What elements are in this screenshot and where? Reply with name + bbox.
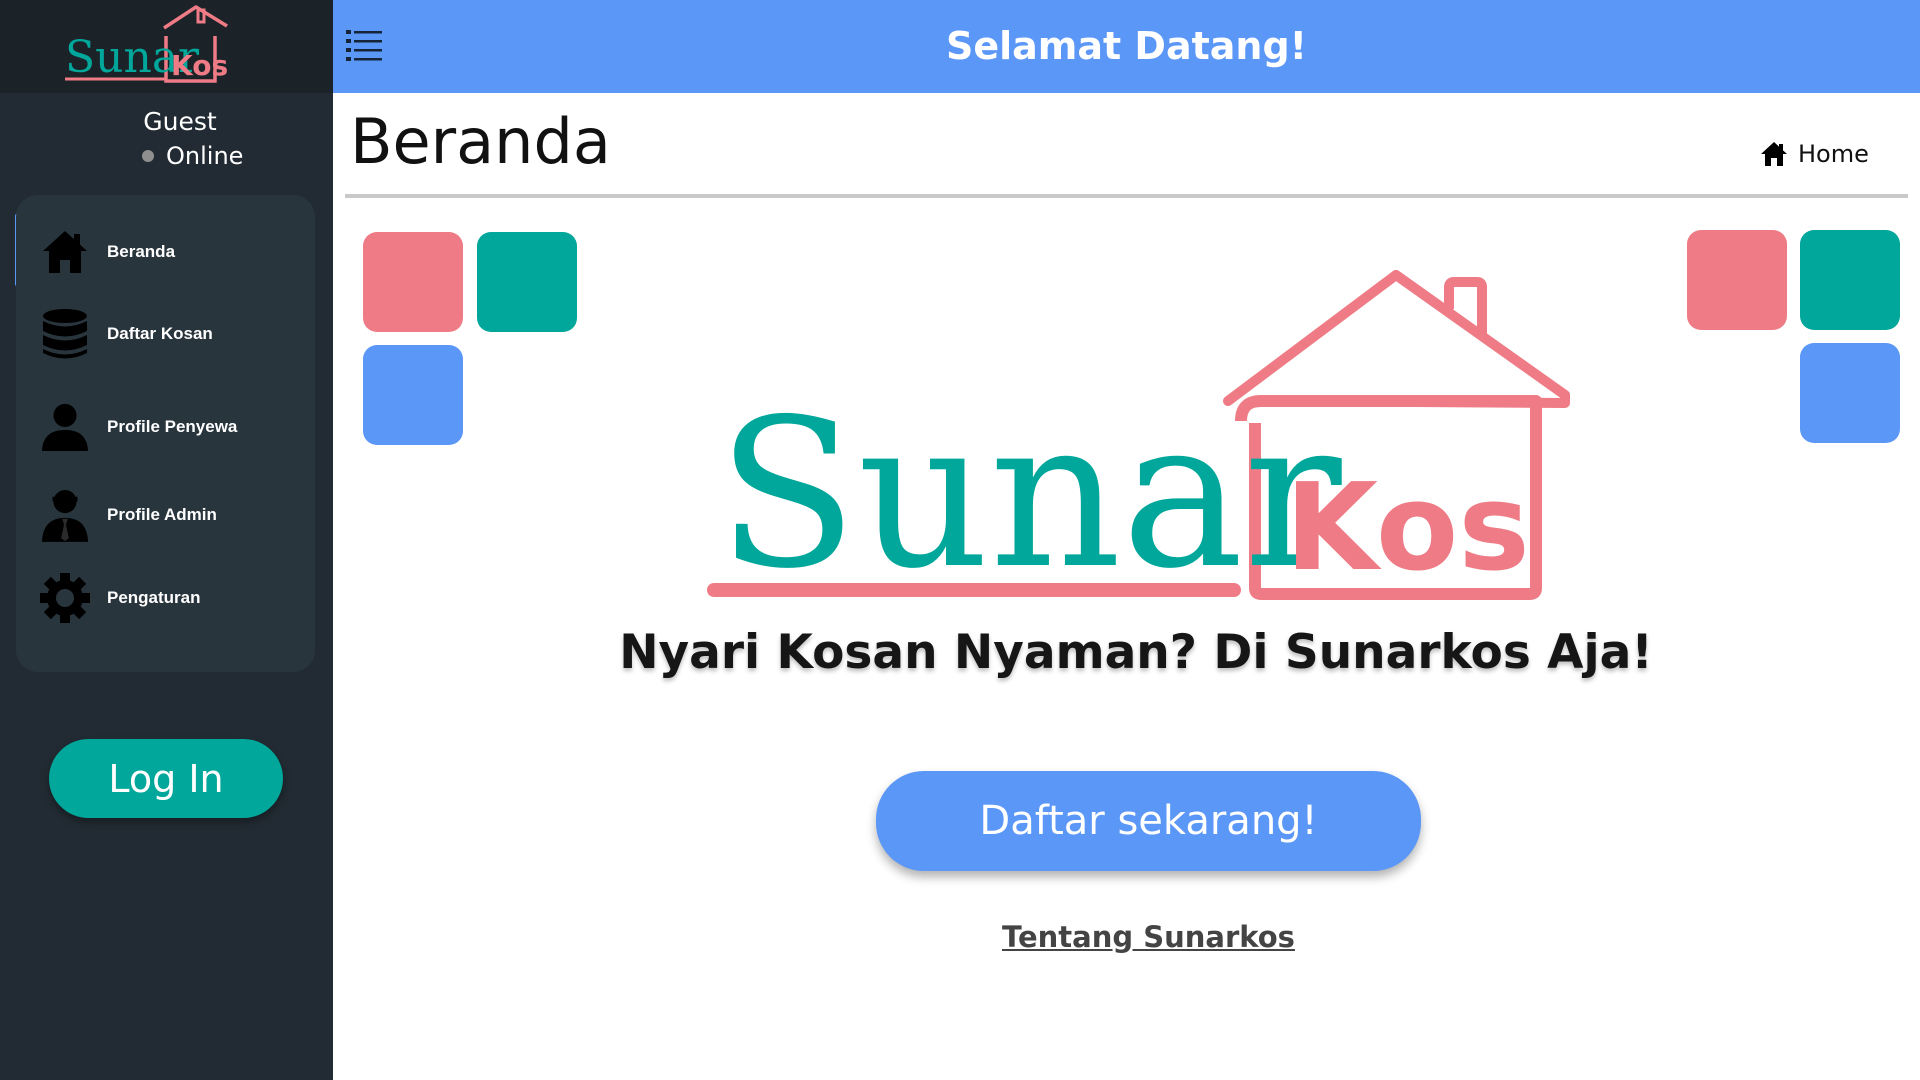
user-icon [40, 402, 90, 452]
sidebar-item-profile-admin[interactable]: Profile Admin [16, 480, 315, 550]
database-icon [40, 309, 90, 359]
decor-tile-pink [363, 232, 463, 332]
about-link[interactable]: Tentang Sunarkos [0, 920, 1920, 954]
sidebar-item-label: Profile Admin [107, 505, 217, 524]
hero-logo-badge: Kos [1285, 459, 1530, 598]
hero-logo-word: Sunar [717, 376, 1342, 608]
user-status: Online [142, 142, 243, 170]
status-dot-icon [142, 150, 154, 162]
hero-logo: Sunar Kos [707, 270, 1570, 608]
sidebar-item-label: Beranda [107, 242, 176, 261]
app-logo[interactable]: Sunar Kos [62, 2, 272, 87]
decor-tile-pink [1687, 230, 1787, 330]
gear-icon [40, 573, 90, 623]
home-icon [1761, 142, 1787, 166]
decor-tile-blue [1800, 343, 1900, 443]
decor-tile-teal [477, 232, 577, 332]
decor-tile-teal [1800, 230, 1900, 330]
user-name: Guest [143, 107, 217, 136]
sidebar: Sunar Kos Guest Online Beranda Daftar Ko… [0, 0, 333, 1080]
login-button[interactable]: Log In [49, 739, 283, 818]
sidebar-logo-area: Sunar Kos [0, 0, 333, 93]
home-icon [40, 227, 90, 277]
sidebar-item-beranda[interactable]: Beranda [16, 217, 315, 287]
sidebar-item-profile-penyewa[interactable]: Profile Penyewa [16, 392, 315, 462]
breadcrumb-home: Home [1798, 140, 1869, 168]
sidebar-item-label: Daftar Kosan [107, 324, 213, 343]
register-button[interactable]: Daftar sekarang! [876, 771, 1421, 871]
sidebar-item-pengaturan[interactable]: Pengaturan [16, 563, 315, 633]
sidebar-item-label: Profile Penyewa [107, 417, 238, 436]
sidebar-menu: Beranda Daftar Kosan Profile Penyewa Pro… [16, 195, 315, 672]
decor-tile-blue [363, 345, 463, 445]
sidebar-item-label: Pengaturan [107, 588, 201, 607]
user-status-label: Online [166, 142, 244, 170]
admin-icon [40, 490, 90, 542]
tagline: Nyari Kosan Nyaman? Di Sunarkos Aja! [619, 625, 1653, 680]
top-bar: Selamat Datang! [333, 0, 1920, 93]
header-title: Selamat Datang! [945, 24, 1308, 68]
svg-text:Kos: Kos [171, 49, 228, 82]
list-icon[interactable] [344, 27, 384, 67]
page-title: Beranda [350, 105, 611, 178]
header-divider [345, 194, 1908, 198]
breadcrumb[interactable]: Home [1760, 140, 1869, 168]
sidebar-item-daftar-kosan[interactable]: Daftar Kosan [16, 299, 315, 369]
